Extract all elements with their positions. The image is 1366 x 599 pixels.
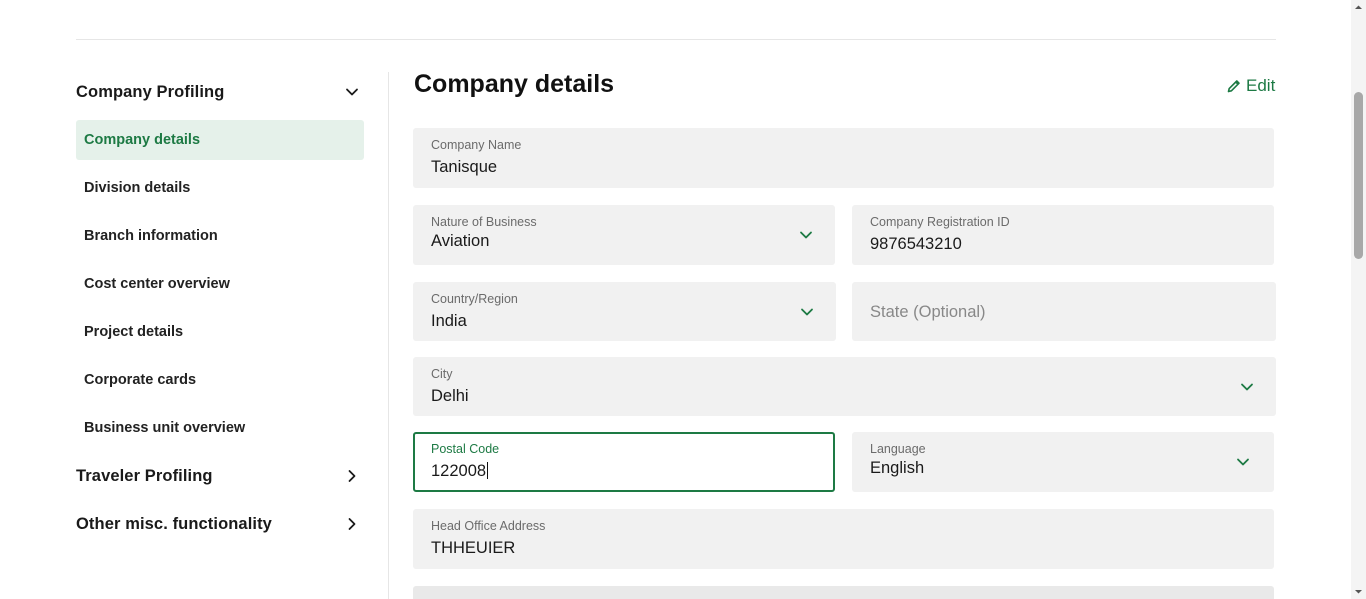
section-title: Traveler Profiling (76, 466, 213, 485)
field-label: Nature of Business (431, 215, 537, 229)
section-title: Company Profiling (76, 82, 225, 101)
field-placeholder: State (Optional) (870, 303, 986, 321)
company-profiling-items: Company details Division details Branch … (76, 120, 364, 448)
field-label: City (431, 367, 453, 381)
sidebar: Company Profiling Company details Divisi… (76, 72, 364, 544)
chevron-down-icon (801, 308, 813, 315)
field-value: Delhi (431, 387, 469, 405)
field-label: Postal Code (431, 442, 500, 456)
sidebar-item-division-details[interactable]: Division details (76, 168, 364, 208)
nature-of-business-select[interactable]: Nature of Business Aviation (413, 205, 835, 265)
chevron-down-icon (1237, 458, 1249, 466)
field-value: THHEUIER (431, 539, 516, 557)
field-value: India (431, 312, 467, 330)
field-value: 122008 (431, 462, 489, 481)
page-scrollbar[interactable] (1351, 0, 1366, 599)
next-field-partial[interactable] (413, 586, 1274, 599)
chevron-right-icon (344, 516, 360, 532)
sidebar-item-business-unit-overview[interactable]: Business unit overview (76, 408, 364, 448)
sidebar-item-project-details[interactable]: Project details (76, 312, 364, 352)
state-field[interactable]: State (Optional) (852, 282, 1276, 341)
section-title: Other misc. functionality (76, 514, 272, 533)
scroll-thumb[interactable] (1354, 92, 1363, 259)
section-other-misc[interactable]: Other misc. functionality (76, 504, 364, 544)
sidebar-item-corporate-cards[interactable]: Corporate cards (76, 360, 364, 400)
field-label: Country/Region (431, 292, 518, 306)
vertical-divider (388, 72, 389, 599)
scroll-up-arrow-icon[interactable] (1354, 3, 1363, 12)
chevron-down-icon (800, 231, 812, 239)
postal-code-field[interactable]: Postal Code 122008 (413, 432, 835, 492)
field-value: English (870, 459, 925, 477)
sidebar-item-branch-information[interactable]: Branch information (76, 216, 364, 256)
field-label: Company Registration ID (870, 215, 1010, 229)
top-divider (76, 39, 1276, 40)
sidebar-item-company-details[interactable]: Company details (76, 120, 364, 160)
page-title: Company details (414, 70, 615, 98)
section-traveler-profiling[interactable]: Traveler Profiling (76, 456, 364, 496)
chevron-down-icon (1241, 383, 1253, 390)
scroll-down-arrow-icon[interactable] (1354, 587, 1363, 596)
chevron-right-icon (344, 468, 360, 484)
company-name-field[interactable]: Company Name Tanisque (413, 128, 1274, 188)
registration-id-field[interactable]: Company Registration ID 9876543210 (852, 205, 1274, 265)
sidebar-item-cost-center-overview[interactable]: Cost center overview (76, 264, 364, 304)
language-select[interactable]: Language English (852, 432, 1274, 492)
section-company-profiling[interactable]: Company Profiling (76, 72, 364, 112)
country-region-select[interactable]: Country/Region India (413, 282, 836, 341)
field-label: Head Office Address (431, 519, 546, 533)
field-value: 9876543210 (870, 235, 962, 253)
field-label: Company Name (431, 138, 522, 152)
city-select[interactable]: City Delhi (413, 357, 1276, 416)
field-value: Aviation (431, 232, 490, 250)
edit-button[interactable]: Edit (1226, 76, 1275, 96)
text-caret (487, 462, 489, 479)
field-label: Language (870, 442, 926, 456)
pencil-icon (1227, 80, 1240, 93)
head-office-address-field[interactable]: Head Office Address THHEUIER (413, 509, 1274, 569)
postal-code-text: 122008 (431, 462, 487, 480)
chevron-down-icon (344, 84, 360, 100)
field-value: Tanisque (431, 158, 498, 176)
edit-label: Edit (1246, 76, 1276, 95)
